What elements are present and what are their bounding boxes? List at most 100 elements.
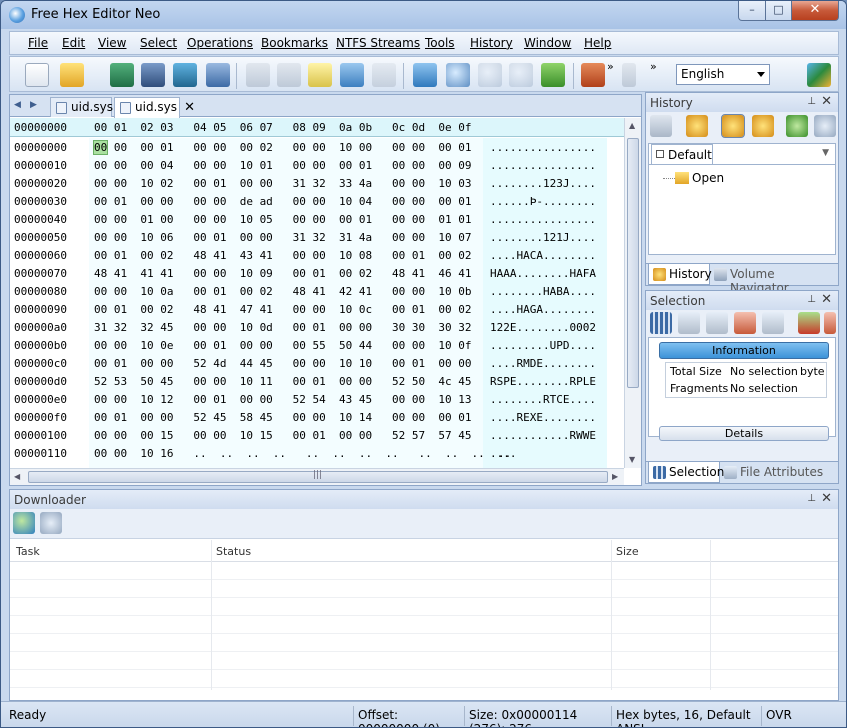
stop-download-icon[interactable] <box>40 512 62 534</box>
row-ascii[interactable]: ....RMDE........ <box>490 357 596 370</box>
menu-operations[interactable]: Operations <box>187 36 253 50</box>
history-node-open[interactable]: Open <box>692 171 724 185</box>
row-hex-bytes[interactable]: 00 00 01 00 00 00 10 05 00 00 00 01 00 0… <box>94 213 472 226</box>
tab-scroll-right-icon[interactable]: ▶ <box>30 100 37 110</box>
edit-notes-icon[interactable] <box>308 63 332 87</box>
tab-uid-sys-2[interactable]: uid.sys ✕ <box>114 97 195 118</box>
minimize-button[interactable]: – <box>738 1 766 21</box>
tool-icon[interactable] <box>622 63 636 87</box>
hex-row[interactable]: 00000020 00 00 10 02 00 01 00 00 31 32 33… <box>10 174 624 192</box>
menu-help[interactable]: Help <box>584 36 611 50</box>
row-ascii[interactable]: ....HACA........ <box>490 249 596 262</box>
row-hex-bytes[interactable]: 00 01 00 02 48 41 47 41 00 00 10 0c 00 0… <box>94 303 472 316</box>
clear-selection-icon[interactable] <box>678 312 700 334</box>
hex-view[interactable]: 00000000 00 00 00 01 00 00 00 02 00 00 10… <box>10 138 624 468</box>
row-hex-bytes[interactable]: 00 00 00 01 00 00 00 02 00 00 10 00 00 0… <box>92 140 472 155</box>
row-hex-bytes[interactable]: 31 32 32 45 00 00 10 0d 00 01 00 00 30 3… <box>94 321 472 334</box>
history-branch-icon[interactable] <box>752 115 774 137</box>
row-ascii[interactable]: RSPE........RPLE <box>490 375 596 388</box>
start-download-icon[interactable] <box>13 512 35 534</box>
row-ascii[interactable]: ....HAGA........ <box>490 303 596 316</box>
bookmark-icon[interactable] <box>541 63 565 87</box>
row-hex-bytes[interactable]: 00 00 10 0e 00 01 00 00 00 55 50 44 00 0… <box>94 339 472 352</box>
hex-mode-icon[interactable] <box>581 63 605 87</box>
row-ascii[interactable]: ........RTCE.... <box>490 393 596 406</box>
row-hex-bytes[interactable]: 00 00 00 15 00 00 10 15 00 01 00 00 52 5… <box>94 429 472 442</box>
tab-uid-sys-1[interactable]: uid.sys <box>50 97 113 117</box>
maximize-button[interactable]: □ <box>765 1 792 21</box>
menu-edit[interactable]: Edit <box>62 36 85 50</box>
scroll-right-icon[interactable]: ▶ <box>612 472 618 481</box>
menu-history[interactable]: History <box>470 36 513 50</box>
apply-selection-icon[interactable] <box>798 312 820 334</box>
row-ascii[interactable]: ............RWWE <box>490 429 596 442</box>
hex-row[interactable]: 000000e0 00 00 10 12 00 01 00 00 52 54 43… <box>10 390 624 408</box>
row-hex-bytes[interactable]: 00 00 10 02 00 01 00 00 31 32 33 4a 00 0… <box>94 177 472 190</box>
redo-icon[interactable] <box>277 63 301 87</box>
new-file-icon[interactable] <box>25 63 49 87</box>
chevron-down-icon[interactable]: ▼ <box>822 148 829 158</box>
row-ascii[interactable]: ................ <box>490 159 596 172</box>
history-clock-active-icon[interactable] <box>721 114 745 138</box>
hex-row[interactable]: 00000060 00 01 00 02 48 41 43 41 00 00 10… <box>10 246 624 264</box>
close-panel-icon[interactable]: ✕ <box>821 491 832 506</box>
menu-tools[interactable]: Tools <box>425 36 455 50</box>
goto-icon[interactable] <box>413 63 437 87</box>
toolbar-overflow[interactable]: » <box>650 60 657 73</box>
hex-row[interactable]: 00000010 00 00 00 04 00 00 10 01 00 00 00… <box>10 156 624 174</box>
tab-scroll-left-icon[interactable]: ◀ <box>14 100 21 110</box>
menu-ntfs-streams[interactable]: NTFS Streams <box>336 36 420 50</box>
row-ascii[interactable]: HAAA........HAFA <box>490 267 596 280</box>
hex-row[interactable]: 000000f0 00 01 00 00 52 45 58 45 00 00 10… <box>10 408 624 426</box>
column-size[interactable]: Size <box>616 545 639 558</box>
hex-row[interactable]: 000000d0 52 53 50 45 00 00 10 11 00 01 00… <box>10 372 624 390</box>
hex-row[interactable]: 000000c0 00 01 00 00 52 4d 44 45 00 00 10… <box>10 354 624 372</box>
find-icon[interactable] <box>446 63 470 87</box>
tab-file-attributes[interactable]: File Attributes <box>720 462 838 483</box>
hex-row[interactable]: 000000a0 31 32 32 45 00 00 10 0d 00 01 00… <box>10 318 624 336</box>
open-folder-icon[interactable] <box>60 63 84 87</box>
history-add-icon[interactable] <box>786 115 808 137</box>
selection-more-icon[interactable] <box>824 312 836 334</box>
hex-row[interactable]: 00000100 00 00 00 15 00 00 10 15 00 01 00… <box>10 426 624 444</box>
find-previous-icon[interactable] <box>509 63 533 87</box>
row-hex-bytes[interactable]: 00 00 10 16 .. .. .. .. .. .. .. .. .. .… <box>94 447 511 460</box>
hex-row[interactable]: 00000030 00 01 00 00 00 00 de ad 00 00 10… <box>10 192 624 210</box>
tab-volume-navigator[interactable]: Volume Navigator <box>710 264 838 295</box>
pin-icon[interactable]: ⊥ <box>807 96 816 107</box>
row-ascii[interactable]: ......Þ-........ <box>490 195 596 208</box>
save-icon[interactable] <box>110 63 134 87</box>
hex-row[interactable]: 00000090 00 01 00 02 48 41 47 41 00 00 10… <box>10 300 624 318</box>
hex-row[interactable]: 00000070 48 41 41 41 00 00 10 09 00 01 00… <box>10 264 624 282</box>
menu-window[interactable]: Window <box>524 36 571 50</box>
vertical-scrollbar[interactable]: ▲ ▼ <box>624 118 641 468</box>
close-button[interactable]: ✕ <box>791 1 839 21</box>
select-fragment-icon[interactable] <box>734 312 756 334</box>
row-hex-bytes[interactable]: 00 00 00 04 00 00 10 01 00 00 00 01 00 0… <box>94 159 472 172</box>
row-ascii[interactable]: ........HABA.... <box>490 285 596 298</box>
row-hex-bytes[interactable]: 52 53 50 45 00 00 10 11 00 01 00 00 52 5… <box>94 375 472 388</box>
hex-row[interactable]: 00000080 00 00 10 0a 00 01 00 02 48 41 42… <box>10 282 624 300</box>
history-clock-icon[interactable] <box>686 115 708 137</box>
toolbar-overflow[interactable]: » <box>607 60 614 73</box>
hex-row[interactable]: 000000b0 00 00 10 0e 00 01 00 00 00 55 50… <box>10 336 624 354</box>
history-remove-icon[interactable] <box>814 115 836 137</box>
close-panel-icon[interactable]: ✕ <box>821 94 832 109</box>
menu-view[interactable]: View <box>98 36 126 50</box>
column-task[interactable]: Task <box>16 545 40 558</box>
history-back-icon[interactable] <box>650 115 672 137</box>
save-as-icon[interactable] <box>173 63 197 87</box>
close-panel-icon[interactable]: ✕ <box>821 292 832 307</box>
scroll-thumb[interactable]: ||| <box>28 470 608 483</box>
menu-bookmarks[interactable]: Bookmarks <box>261 36 328 50</box>
language-select[interactable]: English <box>676 64 770 85</box>
hex-row[interactable]: 00000110 00 00 10 16 .. .. .. .. .. .. ..… <box>10 444 624 462</box>
row-hex-bytes[interactable]: 00 00 10 12 00 01 00 00 52 54 43 45 00 0… <box>94 393 472 406</box>
select-invert-icon[interactable] <box>762 312 784 334</box>
details-button[interactable]: Details <box>659 426 829 441</box>
column-status[interactable]: Status <box>216 545 251 558</box>
row-ascii[interactable]: 122E........0002 <box>490 321 596 334</box>
row-ascii[interactable]: ................ <box>490 213 596 226</box>
undo-icon[interactable] <box>246 63 270 87</box>
select-range-icon[interactable] <box>706 312 728 334</box>
